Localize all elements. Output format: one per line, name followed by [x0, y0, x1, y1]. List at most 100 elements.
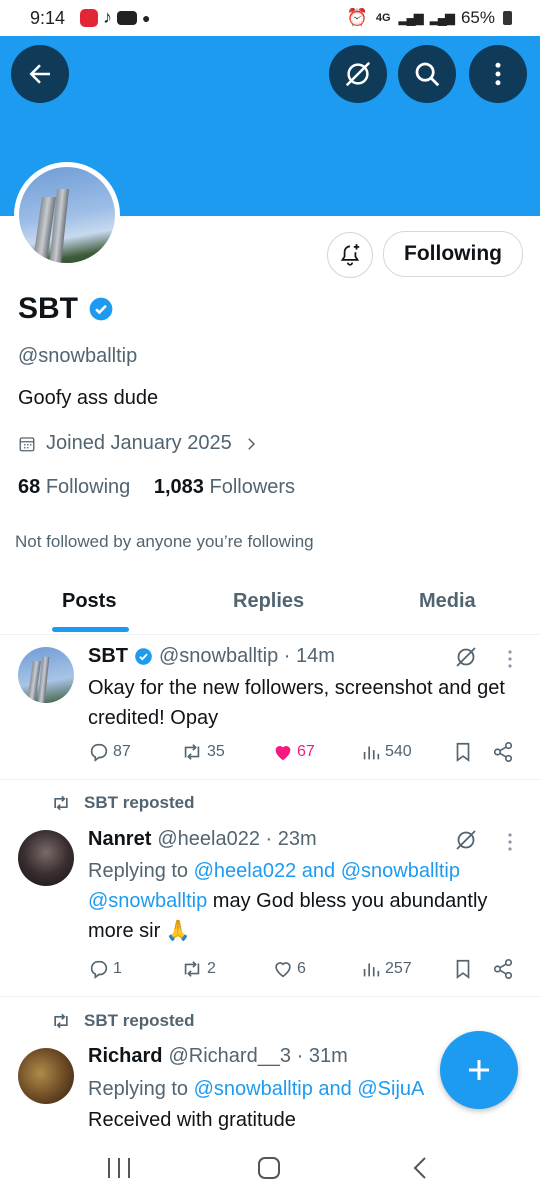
bookmark-icon[interactable]: [452, 958, 474, 980]
battery-icon: [503, 11, 512, 25]
replying-users-link[interactable]: @snowballtip and @SijuA: [194, 1078, 425, 1100]
joined-date[interactable]: Joined January 2025: [18, 432, 260, 455]
like-button[interactable]: 67: [272, 741, 315, 763]
following-count-link[interactable]: 68 Following: [18, 476, 130, 498]
post-actions: 1 2 6 257: [88, 958, 518, 984]
alarm-icon: ⏰: [346, 8, 368, 27]
post-body: Replying to @snowballtip and @SijuA: [88, 1074, 438, 1104]
profile-avatar[interactable]: [14, 162, 120, 268]
grok-button[interactable]: [329, 45, 387, 103]
post-author-name[interactable]: SBT: [88, 645, 128, 668]
reply-count: 1: [113, 960, 122, 977]
more-vertical-icon[interactable]: [506, 832, 514, 852]
repost-label: SBT reposted: [84, 1011, 195, 1030]
reply-button[interactable]: 87: [88, 741, 131, 763]
views-icon: [363, 746, 380, 760]
more-button[interactable]: [469, 45, 527, 103]
followers-count-link[interactable]: 1,083 Followers: [154, 476, 295, 498]
arrow-left-icon: [29, 64, 50, 84]
app-notification-icon: [80, 8, 98, 27]
post-author-name[interactable]: Nanret: [88, 828, 151, 851]
battery-label: 65%: [460, 8, 495, 27]
back-button[interactable]: [11, 45, 69, 103]
signal-icon-2: ▂▄▆: [429, 10, 455, 25]
replying-users-link[interactable]: @heela022 and @snowballtip: [194, 860, 460, 882]
back-nav-icon[interactable]: [410, 1156, 430, 1180]
like-count: 6: [297, 960, 306, 977]
views-button[interactable]: 540: [360, 741, 412, 763]
post-body: Replying to @heela022 and @snowballtip @…: [88, 856, 528, 946]
not-followed-note: Not followed by anyone you’re following: [15, 532, 314, 551]
chevron-right-icon: [247, 437, 255, 450]
reply-icon: [90, 743, 108, 762]
tiktok-icon: ♪: [103, 7, 112, 27]
calendar-icon: [19, 436, 35, 451]
notifications-bell-button[interactable]: [327, 232, 373, 278]
home-icon[interactable]: [257, 1156, 281, 1180]
system-nav-bar: [0, 1138, 540, 1200]
recent-apps-icon[interactable]: [106, 1156, 132, 1180]
repost-count: 2: [207, 960, 216, 977]
plus-icon: [469, 1060, 489, 1080]
follow-counts: 68 Following 1,083 Followers: [18, 476, 295, 499]
post-author-name[interactable]: Richard: [88, 1045, 162, 1068]
tab-replies[interactable]: Replies: [233, 590, 304, 613]
views-count: 257: [385, 960, 412, 977]
post-meta: @Richard__3 · 31m: [168, 1045, 348, 1067]
post-item[interactable]: SBT @snowballtip · 14m Okay for the new …: [0, 635, 540, 780]
verified-badge-icon: [135, 648, 152, 665]
repost-button[interactable]: 35: [180, 741, 225, 763]
reply-count: 87: [113, 743, 131, 760]
post-header: SBT @snowballtip · 14m: [88, 645, 335, 668]
post-meta: @heela022 · 23m: [157, 828, 317, 850]
bookmark-icon[interactable]: [452, 741, 474, 763]
share-icon[interactable]: [492, 741, 514, 763]
tab-media[interactable]: Media: [419, 590, 476, 613]
post-item[interactable]: SBT reposted Nanret @heela022 · 23m Repl…: [0, 780, 540, 997]
avatar[interactable]: [18, 1048, 74, 1104]
profile-name-row: SBT: [18, 292, 114, 326]
status-right: ⏰ 4G ▂▄▆ ▂▄▆ 65%: [347, 8, 512, 28]
more-vertical-icon[interactable]: [506, 649, 514, 669]
repost-icon: [184, 744, 200, 760]
following-button[interactable]: Following: [383, 231, 523, 277]
post-header: Richard @Richard__3 · 31m: [88, 1045, 348, 1068]
avatar[interactable]: [18, 647, 74, 703]
grok-icon[interactable]: [454, 828, 478, 852]
heart-filled-icon: [275, 746, 291, 761]
profile-handle: @snowballtip: [18, 345, 138, 367]
verified-badge-icon[interactable]: [88, 296, 114, 322]
status-time: 9:14: [30, 8, 66, 28]
tab-posts[interactable]: Posts: [62, 590, 116, 613]
status-bar: 9:14 ♪ ● ⏰ 4G ▂▄▆ ▂▄▆ 65%: [0, 0, 540, 36]
network-label: 4G: [375, 12, 391, 24]
compose-button[interactable]: [440, 1031, 518, 1109]
like-button[interactable]: 6: [272, 958, 306, 980]
replying-prefix: Replying to: [88, 1078, 194, 1100]
repost-button[interactable]: 2: [180, 958, 216, 980]
mention-link[interactable]: @snowballtip: [88, 890, 207, 912]
avatar[interactable]: [18, 830, 74, 886]
reply-icon: [90, 960, 108, 979]
views-icon: [363, 963, 380, 977]
share-icon[interactable]: [492, 958, 514, 980]
signal-icon: ▂▄▆: [398, 10, 424, 25]
search-button[interactable]: [398, 45, 456, 103]
following-label: Following: [45, 476, 131, 498]
more-vertical-icon: [495, 62, 501, 86]
profile-bio: Goofy ass dude: [18, 387, 159, 409]
post-meta: @snowballtip · 14m: [159, 645, 335, 667]
dot-icon: ●: [142, 9, 151, 26]
repost-label: SBT reposted: [84, 793, 195, 812]
notification-icons: ♪ ●: [80, 7, 150, 28]
search-icon: [415, 62, 440, 87]
followers-count: 1,083: [153, 476, 204, 498]
repost-icon: [184, 961, 200, 977]
active-tab-indicator: [52, 627, 129, 632]
views-button[interactable]: 257: [360, 958, 412, 980]
heart-icon: [275, 962, 291, 978]
avatar-image: [19, 167, 115, 263]
reply-button[interactable]: 1: [88, 958, 122, 980]
post-actions: 87 35 67 540: [88, 741, 518, 767]
grok-icon[interactable]: [454, 645, 478, 669]
